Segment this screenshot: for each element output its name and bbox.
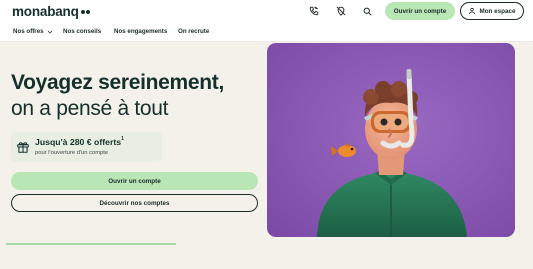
gift-icon: [17, 142, 29, 153]
nav-item-label: Nos offres: [13, 28, 44, 35]
hero-image: [267, 43, 515, 237]
offer-card: Jusqu'à 280 € offerts1 pour l'ouverture …: [11, 132, 162, 162]
search-icon[interactable]: [360, 4, 374, 18]
nav-item-label: Nos engagements: [114, 28, 168, 35]
nav-item-jobs[interactable]: On recrute: [178, 28, 209, 35]
phone-icon[interactable]: [307, 4, 321, 18]
brand-name: monabanq: [12, 4, 79, 19]
open-account-header-button[interactable]: Ouvrir un compte: [385, 2, 455, 20]
logo-dots: [80, 9, 91, 14]
offer-amount: Jusqu'à 280 € offerts: [35, 137, 122, 147]
carousel-progress: [6, 243, 176, 245]
carousel-progress-fill: [6, 243, 176, 245]
discover-accounts-button[interactable]: Découvrir nos comptes: [11, 194, 258, 212]
location-off-icon[interactable]: [334, 4, 348, 18]
hero-title-line1: Voyagez sereinement,: [11, 71, 225, 94]
user-icon: [469, 7, 476, 15]
hero-title-line2: on a pensé à tout: [11, 97, 169, 120]
nav-item-label: Nos conseils: [63, 28, 102, 35]
my-space-button[interactable]: Mon espace: [460, 2, 524, 20]
nav-item-label: On recrute: [178, 28, 210, 35]
nav-item-advice[interactable]: Nos conseils: [63, 28, 101, 35]
open-account-button[interactable]: Ouvrir un compte: [11, 172, 258, 190]
hero-title: Voyagez sereinement, on a pensé à tout: [11, 70, 261, 122]
main-nav: Nos offres Nos conseils Nos engagements …: [0, 25, 533, 42]
brand-logo[interactable]: monabanq: [12, 4, 91, 19]
my-space-label: Mon espace: [479, 7, 516, 15]
nav-item-offers[interactable]: Nos offres: [13, 28, 53, 35]
chevron-down-icon: [47, 30, 52, 34]
offer-subtitle: pour l'ouverture d'un compte: [35, 150, 109, 156]
offer-footnote[interactable]: 1: [121, 136, 124, 142]
offer-title: Jusqu'à 280 € offerts1: [35, 136, 124, 147]
top-header: monabanq Ouvrir un compte Mon espace: [0, 0, 533, 25]
nav-item-commitments[interactable]: Nos engagements: [114, 28, 167, 35]
